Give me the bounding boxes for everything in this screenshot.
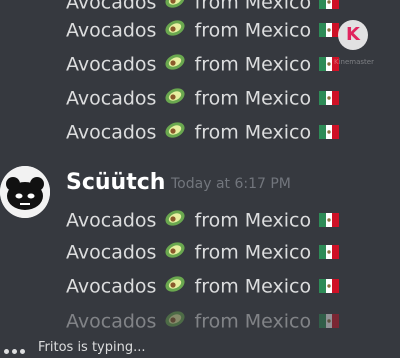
message-line: Avocados from Mexico bbox=[66, 274, 341, 300]
mexico-flag-emoji-icon bbox=[319, 87, 340, 111]
avocado-emoji-icon bbox=[164, 240, 186, 266]
message-word-avocados: Avocados bbox=[66, 53, 157, 76]
avocado-emoji-icon bbox=[164, 0, 186, 16]
mexico-flag-emoji-icon bbox=[319, 121, 340, 145]
message-line: Avocados from Mexico bbox=[66, 208, 341, 234]
message-line: Avocados from Mexico bbox=[66, 0, 341, 16]
message-word-avocados: Avocados bbox=[66, 241, 157, 264]
message-word-from-mexico: from Mexico bbox=[194, 0, 312, 14]
message-word-from-mexico: from Mexico bbox=[194, 275, 312, 298]
mexico-flag-emoji-icon bbox=[319, 0, 340, 15]
message-line: Avocados from Mexico bbox=[66, 120, 341, 146]
message-line: Avocados from Mexico bbox=[66, 86, 341, 112]
message-line: Avocados from Mexico bbox=[66, 240, 341, 266]
message-line: Avocados from Mexico bbox=[66, 18, 341, 44]
message-word-from-mexico: from Mexico bbox=[194, 209, 312, 232]
message-word-avocados: Avocados bbox=[66, 310, 157, 333]
avocado-emoji-icon bbox=[164, 274, 186, 300]
message-word-from-mexico: from Mexico bbox=[194, 87, 312, 110]
timestamp: Today at 6:17 PM bbox=[171, 176, 291, 192]
message-word-from-mexico: from Mexico bbox=[194, 53, 312, 76]
message-word-avocados: Avocados bbox=[66, 121, 157, 144]
mexico-flag-emoji-icon bbox=[319, 275, 340, 299]
mexico-flag-emoji-icon bbox=[319, 241, 340, 265]
message-word-from-mexico: from Mexico bbox=[194, 121, 312, 144]
mexico-flag-emoji-icon bbox=[319, 209, 340, 233]
typing-indicator: Fritos is typing... bbox=[0, 339, 400, 358]
message-word-avocados: Avocados bbox=[66, 87, 157, 110]
typing-text: Fritos is typing... bbox=[38, 340, 146, 355]
mexico-flag-emoji-icon bbox=[319, 310, 340, 334]
avocado-emoji-icon bbox=[164, 52, 186, 78]
avocado-emoji-icon bbox=[164, 86, 186, 112]
message-line: Avocados from Mexico bbox=[66, 309, 341, 335]
avocado-emoji-icon bbox=[164, 120, 186, 146]
avatar[interactable] bbox=[0, 166, 50, 218]
message-word-from-mexico: from Mexico bbox=[194, 310, 312, 333]
watermark-text: Kinemaster bbox=[334, 58, 374, 66]
chat-area: Avocados from Mexico Avocados from Mexic… bbox=[0, 0, 400, 358]
message-line: Avocados from Mexico bbox=[66, 52, 341, 78]
message-word-avocados: Avocados bbox=[66, 0, 157, 14]
watermark-logo: K bbox=[338, 20, 368, 50]
message-word-from-mexico: from Mexico bbox=[194, 241, 312, 264]
mexico-flag-emoji-icon bbox=[319, 19, 340, 43]
avocado-emoji-icon bbox=[164, 309, 186, 335]
message-word-from-mexico: from Mexico bbox=[194, 19, 312, 42]
username[interactable]: Scüütch bbox=[66, 170, 165, 195]
message-word-avocados: Avocados bbox=[66, 275, 157, 298]
typing-dots-icon bbox=[4, 343, 28, 358]
avocado-emoji-icon bbox=[164, 208, 186, 234]
message-word-avocados: Avocados bbox=[66, 19, 157, 42]
message-word-avocados: Avocados bbox=[66, 209, 157, 232]
avocado-emoji-icon bbox=[164, 18, 186, 44]
